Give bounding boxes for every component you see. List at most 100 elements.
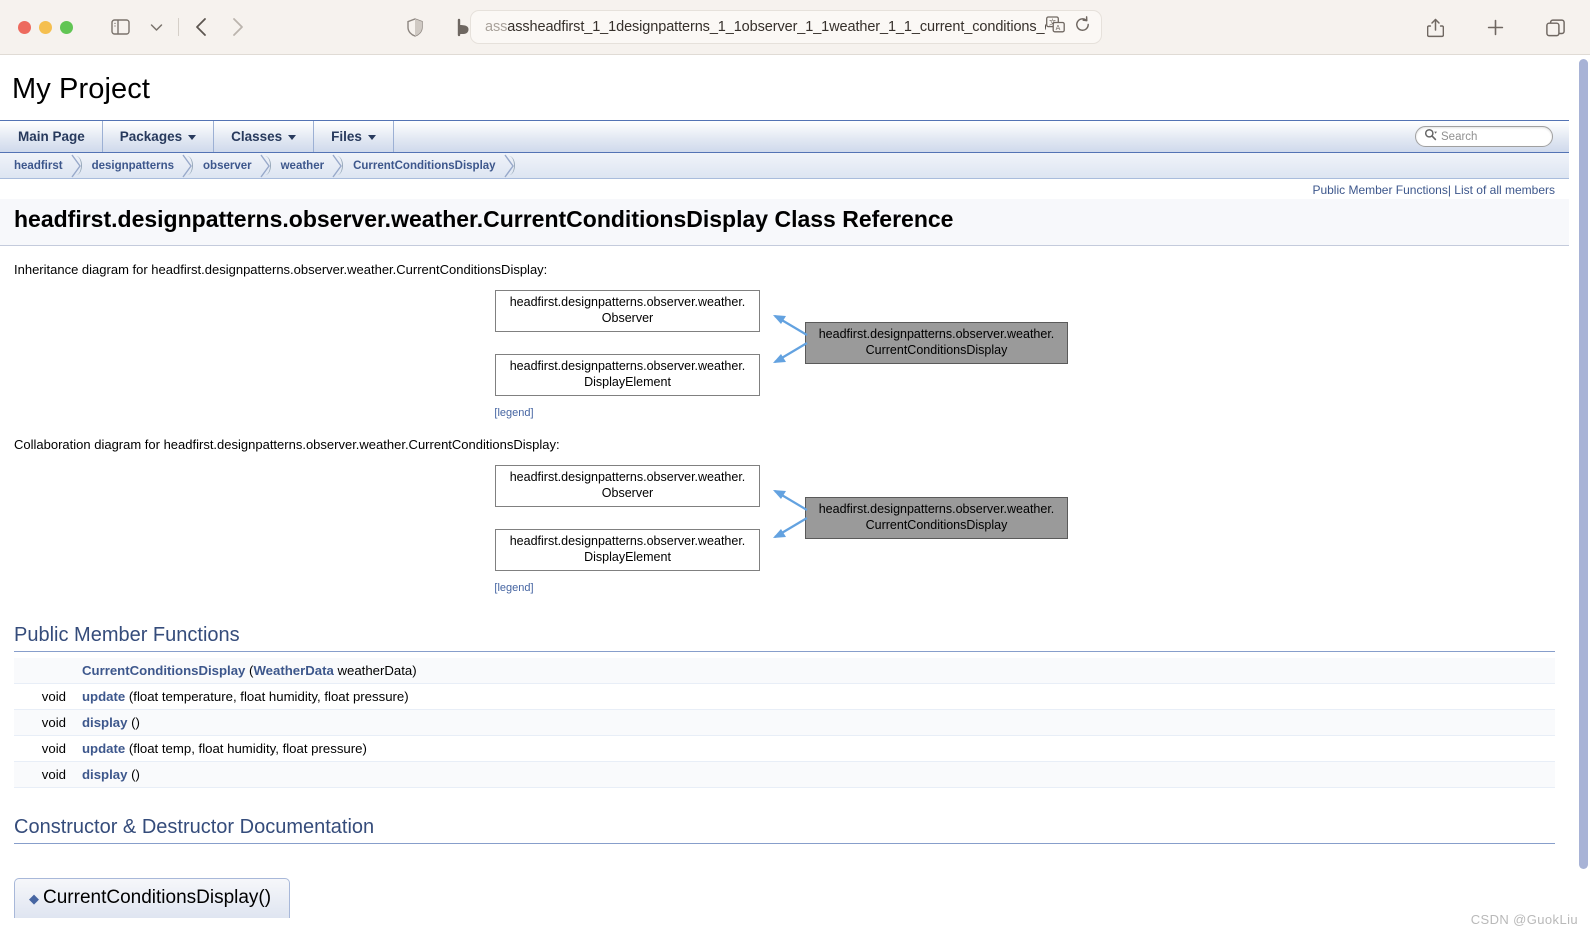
vertical-scrollbar-thumb[interactable]	[1579, 59, 1588, 869]
collaboration-arrow-displayelement	[773, 517, 808, 539]
inheritance-diagram-caption: Inheritance diagram for headfirst.design…	[14, 262, 548, 278]
doxygen-page: My Project Main Page Packages Classes Fi…	[0, 55, 1590, 933]
inheritance-node-displayelement[interactable]: headfirst.designpatterns.observer.weathe…	[495, 354, 760, 397]
new-tab-plus-icon[interactable]	[1478, 13, 1512, 43]
translate-icon[interactable]: 文A	[1046, 16, 1065, 38]
main-nav-tabs: Main Page Packages Classes Files Search	[0, 120, 1569, 153]
reload-icon[interactable]	[1074, 16, 1091, 38]
project-title: My Project	[12, 73, 150, 105]
shield-icon[interactable]	[398, 13, 432, 43]
close-window-button[interactable]	[18, 20, 31, 34]
page-title: headfirst.designpatterns.observer.weathe…	[14, 206, 954, 232]
breadcrumb-separator-icon	[331, 153, 344, 179]
member-name-link[interactable]: update	[82, 689, 125, 704]
search-input[interactable]: Search	[1415, 126, 1553, 147]
member-name-link[interactable]: CurrentConditionsDisplay	[82, 663, 245, 678]
collaboration-legend-row: [legend]	[14, 578, 1014, 596]
breadcrumb-item-designpatterns[interactable]: designpatterns	[84, 160, 178, 172]
navigation-controls	[103, 12, 254, 42]
tab-files[interactable]: Files	[314, 121, 394, 152]
tab-main-page[interactable]: Main Page	[0, 121, 103, 152]
inheritance-node-observer[interactable]: headfirst.designpatterns.observer.weathe…	[495, 290, 760, 333]
inheritance-node-displayelement-line2: DisplayElement	[584, 375, 671, 390]
member-documentation-header-wrap: ◆ CurrentConditionsDisplay()	[14, 878, 1555, 919]
tab-packages[interactable]: Packages	[103, 121, 215, 152]
member-return-type: void	[14, 683, 74, 711]
member-name-link[interactable]: update	[82, 741, 125, 756]
member-documentation-header[interactable]: ◆ CurrentConditionsDisplay()	[14, 878, 291, 919]
address-bar-actions: 文A	[1046, 16, 1091, 38]
address-bar[interactable]: assassheadfirst_1_1designpatterns_1_1obs…	[470, 10, 1102, 44]
sidebar-icon[interactable]	[103, 12, 137, 42]
tab-classes[interactable]: Classes	[214, 121, 315, 152]
tab-files-label: Files	[331, 129, 362, 144]
collaboration-diagram-caption: Collaboration diagram for headfirst.desi…	[14, 437, 560, 453]
inheritance-node-currentconditionsdisplay: headfirst.designpatterns.observer.weathe…	[805, 322, 1068, 365]
url-faded-prefix: ass	[485, 19, 508, 35]
header-summary-links: Public Member Functions| List of all mem…	[0, 179, 1569, 199]
collaboration-node-current-line2: CurrentConditionsDisplay	[865, 518, 1008, 533]
member-args-pre: (float temperature, float humidity, floa…	[125, 689, 409, 705]
member-args-post: weatherData)	[333, 663, 417, 679]
tab-main-page-label: Main Page	[18, 129, 85, 144]
collaboration-node-displayelement[interactable]: headfirst.designpatterns.observer.weathe…	[495, 529, 760, 572]
browser-toolbar: assassheadfirst_1_1designpatterns_1_1obs…	[0, 0, 1590, 55]
breadcrumb-separator-icon	[70, 153, 83, 179]
table-row[interactable]: void update (float temperature, float hu…	[14, 683, 1555, 711]
member-documentation-title: CurrentConditionsDisplay()	[43, 887, 272, 909]
chevron-down-icon[interactable]	[139, 12, 173, 42]
maximize-window-button[interactable]	[60, 20, 73, 34]
forward-arrow-icon[interactable]	[220, 12, 254, 42]
member-signature: update (float temp, float humidity, floa…	[74, 735, 1555, 763]
table-row[interactable]: CurrentConditionsDisplay (WeatherData we…	[14, 658, 1555, 685]
window-traffic-lights	[0, 20, 73, 34]
toolbar-divider	[178, 18, 179, 36]
page-body: Inheritance diagram for headfirst.design…	[0, 246, 1569, 919]
breadcrumb-separator-icon	[503, 153, 516, 179]
collaboration-node-currentconditionsdisplay: headfirst.designpatterns.observer.weathe…	[805, 497, 1068, 540]
member-arg-type-link[interactable]: WeatherData	[253, 663, 333, 678]
collaboration-node-observer-line2: Observer	[601, 486, 654, 501]
svg-text:A: A	[1056, 25, 1061, 32]
tab-classes-label: Classes	[231, 129, 283, 144]
collaboration-node-observer[interactable]: headfirst.designpatterns.observer.weathe…	[495, 465, 760, 508]
breadcrumb-item-currentconditionsdisplay[interactable]: CurrentConditionsDisplay	[345, 160, 499, 172]
chevron-down-icon	[188, 135, 197, 140]
diamond-bullet-icon: ◆	[29, 891, 39, 907]
member-name-link[interactable]: display	[82, 715, 127, 730]
minimize-window-button[interactable]	[39, 20, 52, 34]
vertical-scrollbar[interactable]	[1577, 55, 1590, 933]
table-row[interactable]: void display ()	[14, 709, 1555, 737]
collaboration-legend-link[interactable]: [legend]	[494, 582, 533, 594]
link-list-of-all-members[interactable]: List of all members	[1454, 183, 1555, 197]
member-signature: display ()	[74, 709, 1555, 737]
summary-separator: |	[1447, 183, 1451, 197]
member-return-type: void	[14, 735, 74, 763]
search-icon	[1424, 128, 1437, 146]
inheritance-arrow-displayelement	[773, 342, 808, 364]
inheritance-legend-link[interactable]: [legend]	[494, 407, 533, 419]
breadcrumb-separator-icon	[181, 153, 194, 179]
inheritance-arrow-observer	[773, 315, 808, 336]
member-args-pre: ()	[127, 715, 140, 731]
inheritance-node-current-line2: CurrentConditionsDisplay	[865, 343, 1008, 358]
watermark: CSDN @GuokLiu	[1470, 912, 1578, 927]
member-name-link[interactable]: display	[82, 767, 127, 782]
breadcrumb-item-weather[interactable]: weather	[273, 160, 328, 172]
back-arrow-icon[interactable]	[184, 12, 218, 42]
table-row[interactable]: void update (float temp, float humidity,…	[14, 735, 1555, 763]
breadcrumb-item-observer[interactable]: observer	[195, 160, 256, 172]
collaboration-node-displayelement-line2: DisplayElement	[584, 550, 671, 565]
share-icon[interactable]	[1418, 13, 1452, 43]
member-return-type	[14, 658, 74, 685]
section-heading-constructor-destructor: Constructor & Destructor Documentation	[14, 816, 1555, 845]
breadcrumb-item-headfirst[interactable]: headfirst	[6, 160, 67, 172]
chevron-down-icon	[288, 135, 297, 140]
member-args-pre: (float temp, float humidity, float press…	[125, 741, 367, 757]
inheritance-node-observer-line2: Observer	[601, 311, 654, 326]
page-content-wrapper: My Project Main Page Packages Classes Fi…	[0, 55, 1569, 919]
link-public-member-functions[interactable]: Public Member Functions	[1312, 183, 1447, 197]
table-row[interactable]: void display ()	[14, 761, 1555, 789]
tab-overview-icon[interactable]	[1538, 13, 1572, 43]
inheritance-diagram: headfirst.designpatterns.observer.weathe…	[14, 285, 1555, 403]
